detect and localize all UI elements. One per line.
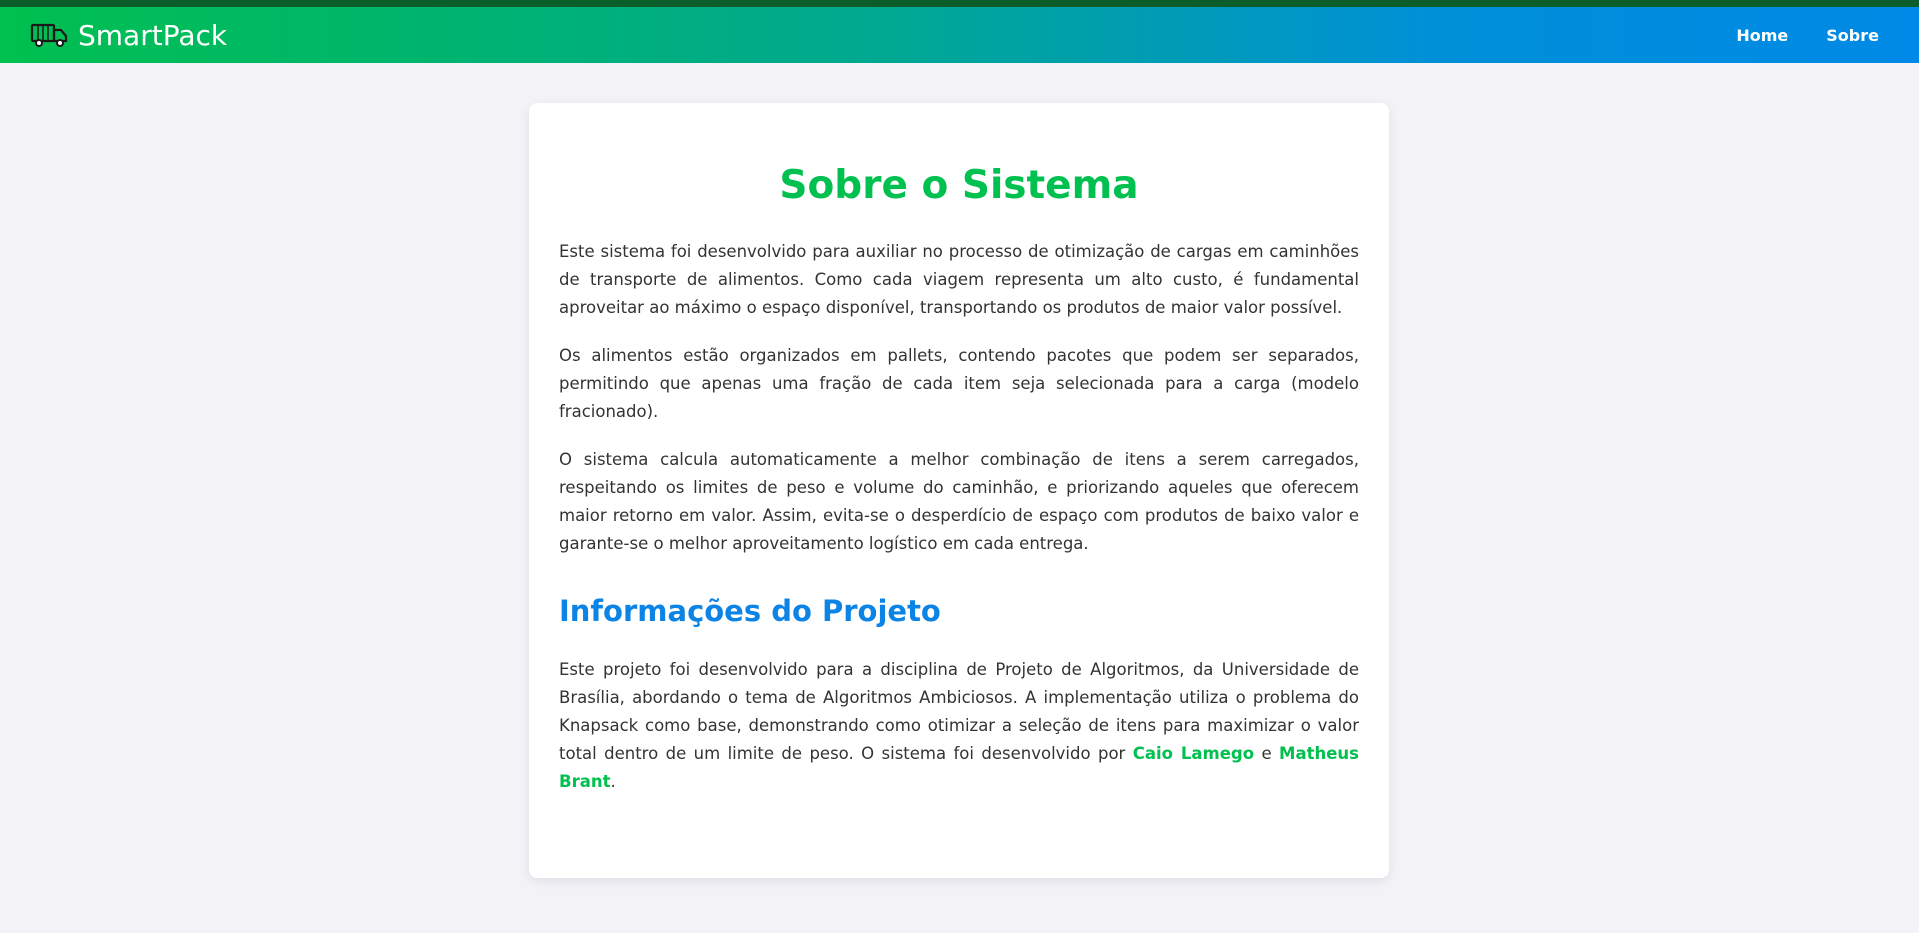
pallets-paragraph: Os alimentos estão organizados em pallet… [559, 346, 1359, 421]
truck-icon [30, 21, 68, 49]
brand-name: SmartPack [78, 18, 228, 52]
nav-link-sobre[interactable]: Sobre [1826, 26, 1879, 45]
brand[interactable]: SmartPack [30, 19, 227, 52]
intro-paragraph: Este sistema foi desenvolvido para auxil… [559, 242, 1359, 317]
nav-links: Home Sobre [1736, 26, 1889, 45]
author-caio: Caio Lamego [1132, 744, 1255, 763]
about-card: Sobre o Sistema Este sistema foi desenvo… [529, 103, 1389, 878]
top-strip [0, 0, 1919, 7]
navbar: SmartPack Home Sobre [0, 7, 1919, 63]
conjunction: e [1254, 744, 1280, 763]
project-heading: Informações do Projeto [559, 594, 941, 628]
algorithm-paragraph: O sistema calcula automaticamente a melh… [559, 450, 1359, 553]
page-title: Sobre o Sistema [779, 163, 1139, 208]
project-paragraph: Este projeto foi desenvolvido para a dis… [559, 656, 1359, 796]
nav-link-home[interactable]: Home [1736, 26, 1788, 45]
end-punct: . [610, 772, 616, 791]
